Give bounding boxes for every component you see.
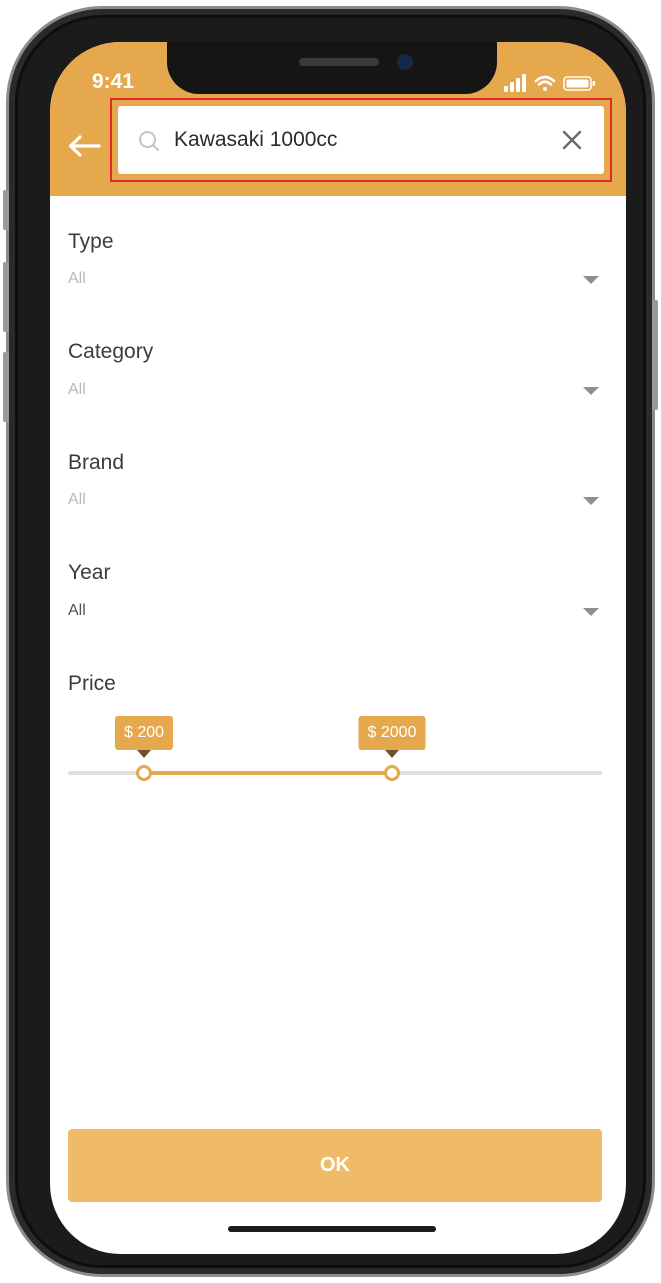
slider-selected-range (144, 771, 392, 775)
ok-button[interactable]: OK (68, 1129, 602, 1202)
search-input[interactable]: Kawasaki 1000cc (118, 106, 604, 174)
status-time: 9:41 (92, 70, 135, 93)
search-query-text: Kawasaki 1000cc (174, 128, 338, 151)
home-indicator[interactable] (228, 1226, 436, 1232)
chevron-down-icon (583, 276, 599, 284)
battery-icon (563, 76, 595, 91)
close-icon[interactable] (560, 128, 584, 152)
chevron-down-icon (583, 608, 599, 616)
min-price-tooltip-pointer (137, 750, 151, 758)
max-price-tooltip-pointer (385, 750, 399, 758)
min-price-tooltip: $ 200 (114, 716, 174, 750)
search-icon (139, 131, 159, 151)
max-price-handle[interactable] (384, 765, 400, 781)
type-label: Type (68, 230, 114, 253)
min-price-handle[interactable] (136, 765, 152, 781)
year-label: Year (68, 561, 111, 584)
header-bar: 9:41 Kawasaki 1000cc (50, 42, 626, 196)
volume-up-button (3, 262, 9, 332)
price-label: Price (68, 672, 116, 695)
volume-down-button (3, 352, 9, 422)
app-screen: 9:41 Kawasaki 1000cc Type All Category A… (50, 42, 626, 1254)
back-button[interactable] (64, 126, 104, 166)
category-value: All (68, 381, 86, 398)
arrow-left-icon (68, 135, 101, 157)
wifi-icon (534, 75, 556, 91)
notch (167, 42, 497, 94)
type-value: All (68, 270, 86, 287)
max-price-tooltip: $ 2000 (358, 716, 426, 750)
chevron-down-icon (583, 497, 599, 505)
mute-switch (3, 190, 9, 230)
camera-icon (397, 54, 413, 70)
category-label: Category (68, 340, 154, 363)
cellular-signal-icon (504, 74, 526, 92)
brand-label: Brand (68, 451, 125, 474)
chevron-down-icon (583, 387, 599, 395)
year-value: All (68, 602, 86, 619)
status-icons (504, 74, 595, 92)
power-button (652, 300, 658, 410)
brand-value: All (68, 491, 86, 508)
speaker-grille (299, 58, 379, 66)
